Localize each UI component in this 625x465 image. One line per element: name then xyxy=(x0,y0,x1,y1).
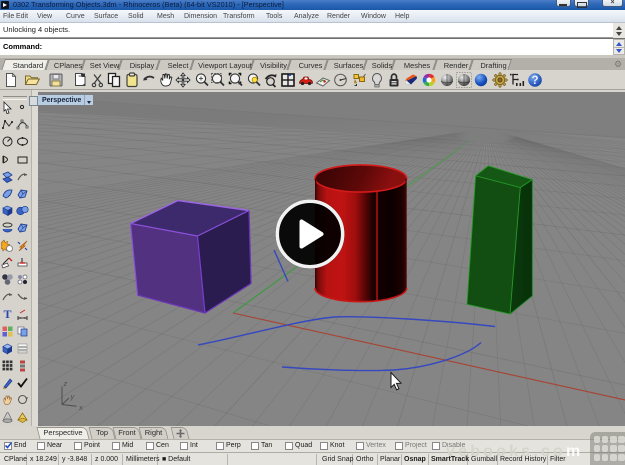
svg-text:z: z xyxy=(63,379,68,388)
svg-text:T: T xyxy=(3,307,11,320)
svg-text:?: ? xyxy=(531,75,538,87)
svg-text:x: x xyxy=(78,403,83,412)
